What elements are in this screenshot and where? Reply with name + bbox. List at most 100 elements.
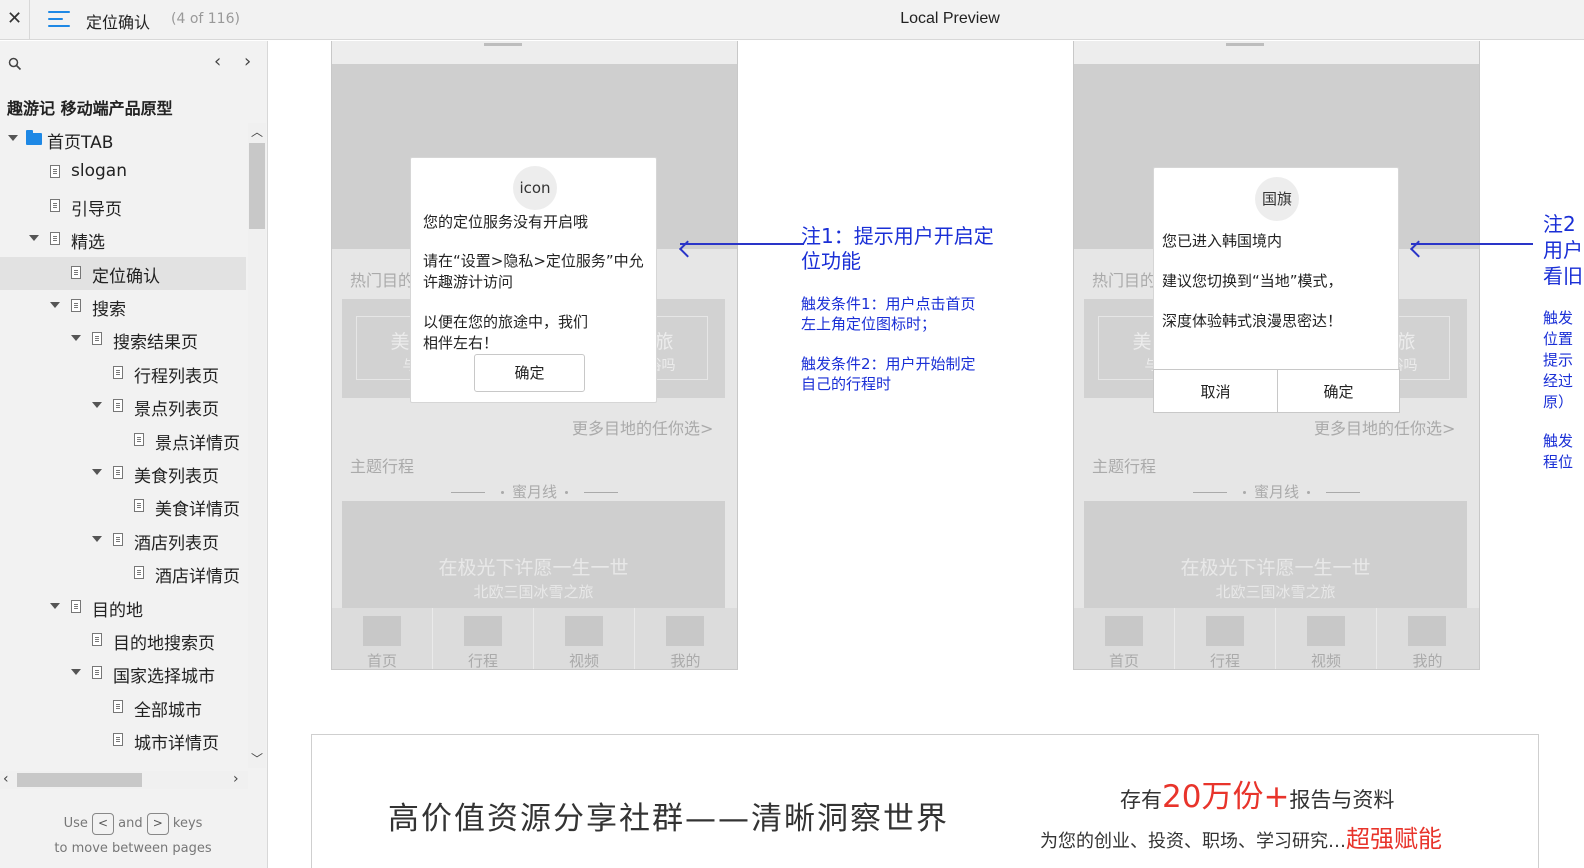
page-icon — [92, 633, 102, 646]
scroll-right-icon[interactable]: › — [233, 771, 239, 787]
sidebar-item[interactable]: 美食详情页 — [0, 490, 246, 523]
sidebar-item[interactable]: 引导页 — [0, 190, 246, 223]
sidebar-item[interactable]: slogan — [0, 156, 246, 189]
caret-down-icon[interactable] — [71, 669, 81, 675]
sidebar-item[interactable]: 定位确认 — [0, 257, 246, 290]
note2-arrow — [1411, 243, 1533, 245]
sidebar-item[interactable]: 行程列表页 — [0, 357, 246, 390]
tab-label: 视频 — [568, 652, 599, 670]
caret-down-icon[interactable] — [92, 536, 102, 542]
sidebar-item-label: 行程列表页 — [134, 367, 219, 387]
status-handle — [484, 43, 522, 46]
page-icon — [113, 399, 123, 412]
sidebar-item[interactable]: 酒店详情页 — [0, 557, 246, 590]
trips-icon — [1206, 616, 1244, 646]
sidebar-item-label: 景点详情页 — [155, 434, 240, 454]
note2-sub-2: 位置 — [1543, 330, 1574, 348]
tab-label: 视频 — [1310, 652, 1341, 670]
sidebar-item[interactable]: 城市详情页 — [0, 724, 246, 757]
confirm-button[interactable]: 确定 — [474, 354, 585, 392]
home-icon — [363, 616, 401, 646]
caret-down-icon[interactable] — [50, 603, 60, 609]
page-icon — [71, 299, 81, 312]
scroll-thumb[interactable] — [249, 143, 265, 229]
sidebar-item[interactable]: 行程详情 — [0, 758, 246, 763]
hint-line2: to move between pages — [54, 841, 212, 856]
caret-down-icon[interactable] — [50, 302, 60, 308]
hot-destinations-label: 热门目的 — [1092, 271, 1157, 290]
page-icon — [50, 232, 60, 245]
sidebar-item-label: 酒店详情页 — [155, 567, 240, 587]
note2-sub-4: 经过 — [1543, 372, 1574, 390]
dialog1-line3a: 以便在您的旅途中，我们 — [423, 313, 589, 331]
sitemap-sidebar: ‹ › 趣游记 移动端产品原型 首页TAB slogan 引导页精选定位确认 搜索搜索… — [0, 41, 268, 868]
cancel-button[interactable]: 取消 — [1153, 369, 1278, 413]
previous-page-icon[interactable]: ‹ — [214, 51, 221, 72]
location-off-dialog: icon 您的定位服务没有开启哦 请在“设置>隐私>定位服务”中允 许趣游计访问… — [410, 157, 657, 403]
page-tree: 首页TAB slogan 引导页精选定位确认 搜索搜索结果页行程列表页景点列表页景点详… — [0, 123, 246, 763]
note1-title-b: 位功能 — [801, 249, 861, 273]
sidebar-item[interactable]: 搜索 — [0, 290, 246, 323]
featured-trip-title: 在极光下许愿一生一世 — [1180, 557, 1371, 579]
scroll-down-icon[interactable]: ﹀ — [251, 750, 263, 767]
close-icon[interactable]: ✕ — [0, 0, 30, 40]
sidebar-item[interactable]: 酒店列表页 — [0, 524, 246, 557]
honeymoon-divider: 蜜月线 — [332, 481, 737, 502]
search-icon[interactable] — [8, 57, 22, 71]
page-icon — [113, 466, 123, 479]
hint-keys: keys — [172, 816, 203, 831]
page-icon — [92, 666, 102, 679]
sidebar-item-label: 全部城市 — [134, 701, 202, 721]
sidebar-item[interactable]: 全部城市 — [0, 691, 246, 724]
theme-trips-label: 主题行程 — [1092, 457, 1157, 476]
sidebar-item[interactable]: 首页TAB — [0, 123, 246, 156]
caret-down-icon[interactable] — [92, 469, 102, 475]
tab-label: 我的 — [1412, 652, 1443, 670]
horizontal-scrollbar[interactable]: ‹ › — [0, 771, 248, 789]
ad-banner[interactable]: 高价值资源分享社群——清晰洞察世界 存有20万份+报告与资料 为您的创业、投资、… — [311, 734, 1539, 868]
sidebar-item-label: 城市详情页 — [134, 734, 219, 754]
more-destinations-link: 更多目地的任你选> — [572, 419, 714, 438]
sidebar-item[interactable]: 搜索结果页 — [0, 323, 246, 356]
scroll-up-icon[interactable]: ︿ — [251, 123, 263, 140]
sidebar-item[interactable]: 景点列表页 — [0, 390, 246, 423]
sidebar-item-label: slogan — [71, 161, 127, 181]
ad-line1-highlight: 20万份+ — [1162, 779, 1290, 815]
caret-down-icon[interactable] — [8, 135, 18, 141]
dialog1-line2b: 许趣游计访问 — [423, 273, 514, 291]
caret-down-icon[interactable] — [92, 402, 102, 408]
sidebar-item[interactable]: 精选 — [0, 223, 246, 256]
project-title: 趣游记 移动端产品原型 — [7, 99, 173, 118]
scroll-thumb-horizontal[interactable] — [17, 773, 142, 787]
sitemap-toggle-icon[interactable] — [48, 10, 70, 28]
note1-cond1-a: 触发条件1：用户点击首页 — [801, 295, 976, 313]
dialog2-line3: 深度体验韩式浪漫思密达！ — [1162, 312, 1343, 330]
dialog2-line2: 建议您切换到“当地”模式， — [1162, 272, 1343, 290]
theme-trips-label: 主题行程 — [350, 457, 415, 476]
note2-sub-7: 程位 — [1543, 453, 1574, 471]
next-page-icon[interactable]: › — [244, 51, 251, 72]
sidebar-item-label: 美食列表页 — [134, 467, 219, 487]
tab-video: 视频 — [534, 608, 635, 670]
hint-use: Use — [63, 816, 88, 831]
caret-down-icon[interactable] — [29, 235, 39, 241]
scroll-left-icon[interactable]: ‹ — [3, 771, 9, 787]
sidebar-item[interactable]: 景点详情页 — [0, 424, 246, 457]
phone-mockup-1: 热门目的 美国 与 之旅 泡浴吗 更多目地的任你选> 主题行程 蜜月线 在极光下… — [331, 41, 738, 670]
sidebar-item-label: 搜索结果页 — [113, 333, 198, 353]
sidebar-item-label: 目的地 — [92, 601, 143, 621]
caret-down-icon[interactable] — [71, 335, 81, 341]
page-icon — [92, 332, 102, 345]
home-icon — [1105, 616, 1143, 646]
sidebar-item[interactable]: 目的地搜索页 — [0, 624, 246, 657]
vertical-scrollbar[interactable]: ︿ ﹀ — [248, 123, 266, 768]
sidebar-item-label: 精选 — [71, 233, 105, 253]
ad-line2-highlight: 超强赋能 — [1346, 825, 1442, 853]
sidebar-item-label: 引导页 — [71, 200, 122, 220]
sidebar-item[interactable]: 美食列表页 — [0, 457, 246, 490]
note2-title-2: 用户 — [1543, 238, 1583, 262]
current-page-name: 定位确认 — [86, 13, 151, 32]
sidebar-item[interactable]: 目的地 — [0, 591, 246, 624]
sidebar-item[interactable]: 国家选择城市 — [0, 657, 246, 690]
confirm-button[interactable]: 确定 — [1277, 369, 1400, 413]
